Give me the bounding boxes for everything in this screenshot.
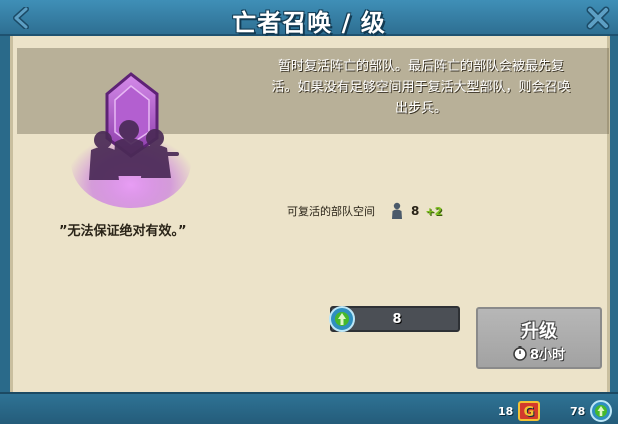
gem-resource: 18 G xyxy=(498,400,541,422)
stat-value: 8 xyxy=(411,204,420,218)
description-line: 活。如果没有足够空间用于复活大型部队，则会召唤 xyxy=(271,80,571,95)
upgrade-time-value: 8小时 xyxy=(530,347,566,363)
stopwatch-icon xyxy=(513,346,527,361)
upgrade-button[interactable]: 升级 8小时 xyxy=(476,307,602,369)
flavor-quote: ”无法保证绝对有效。” xyxy=(59,224,187,239)
gem-count: 18 xyxy=(498,404,514,418)
potion-resource: 78 xyxy=(570,400,613,422)
soldier-icon xyxy=(392,202,402,219)
potion-count: 78 xyxy=(570,404,586,418)
stat-revive-space: 可复活的部队空间 8 +2 xyxy=(287,201,442,221)
upgrade-label: 升级 xyxy=(521,321,557,342)
potion-icon xyxy=(590,400,613,422)
description-text: 暂时复活阵亡的部队。最后阵亡的部队会被最先复 活。如果没有足够空间用于复活大型部… xyxy=(235,56,607,119)
close-button[interactable] xyxy=(584,4,612,32)
stat-bonus: +2 xyxy=(425,204,443,218)
potion-icon xyxy=(328,305,356,333)
resource-bar: 18 G 78 xyxy=(0,392,618,424)
stat-label: 可复活的部队空间 xyxy=(287,205,375,218)
gem-chest-icon: G xyxy=(518,401,541,421)
troop-revival-spell-icon xyxy=(67,64,197,214)
description-line: 出步兵。 xyxy=(394,101,447,116)
close-icon xyxy=(586,6,610,30)
upgrade-time: 8小时 xyxy=(512,344,566,363)
svg-text:G: G xyxy=(524,405,535,420)
page-title: 亡者召唤 / 级 xyxy=(232,9,386,37)
description-line: 暂时复活阵亡的部队。最后阵亡的部队会被最先复 xyxy=(277,59,564,74)
header-bar: 亡者召唤 / 级 xyxy=(0,0,618,37)
